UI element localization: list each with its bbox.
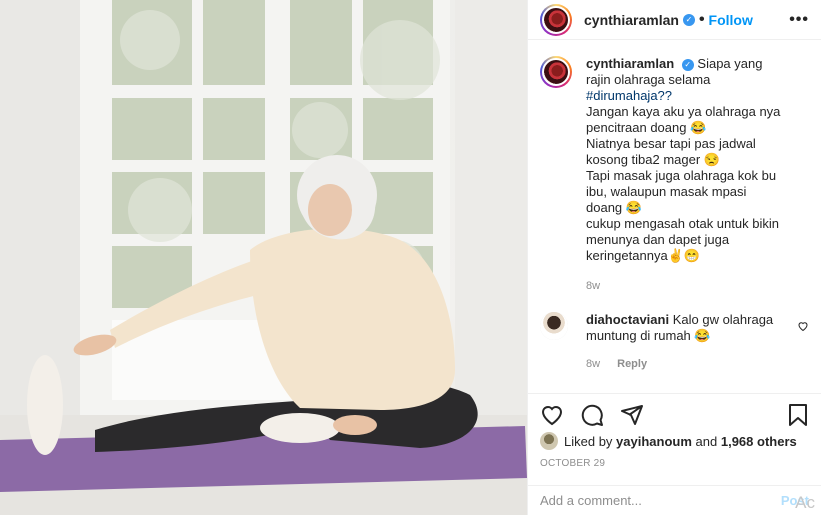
caption-username[interactable]: cynthiaramlan — [586, 56, 674, 71]
commenter-username[interactable]: diahoctaviani — [586, 312, 669, 327]
caption: cynthiaramlan ✓ Siapa yang rajin olahrag… — [540, 56, 809, 294]
comment-body: diahoctaviani Kalo gw olahraga muntung d… — [586, 312, 786, 372]
likes-and: and — [695, 433, 718, 449]
share-icon[interactable] — [620, 403, 644, 427]
commenter-avatar[interactable] — [540, 312, 568, 340]
caption-line: cukup mengasah otak untuk bikin menunya … — [586, 216, 779, 263]
separator-dot: • — [698, 10, 705, 28]
post-header: cynthiaramlan ✓ • Follow ••• — [528, 0, 821, 40]
caption-body: cynthiaramlan ✓ Siapa yang rajin olahrag… — [586, 56, 786, 294]
comment-icon[interactable] — [580, 403, 604, 427]
author-username[interactable]: cynthiaramlan — [584, 12, 679, 28]
liker-username[interactable]: yayihanoum — [616, 434, 692, 449]
caption-line: Tapi masak juga olahraga kok bu ibu, wal… — [586, 168, 777, 215]
reply-button[interactable]: Reply — [617, 358, 647, 370]
post-photo[interactable] — [0, 0, 527, 515]
more-icon[interactable]: ••• — [789, 11, 809, 29]
comment-meta: 8w Reply — [586, 356, 786, 372]
comment-item: diahoctaviani Kalo gw olahraga muntung d… — [540, 312, 809, 372]
follow-button[interactable]: Follow — [709, 12, 753, 28]
post-actions: Liked by yayihanoum and 1,968 others OCT… — [528, 393, 821, 485]
heart-icon[interactable] — [540, 403, 564, 427]
photo-illustration — [0, 0, 527, 515]
liker-avatar[interactable] — [540, 432, 558, 450]
likes-others[interactable]: 1,968 others — [721, 434, 797, 449]
watermark: Ac — [795, 493, 815, 512]
verified-icon: ✓ — [682, 13, 695, 26]
comments-list[interactable]: cynthiaramlan ✓ Siapa yang rajin olahrag… — [528, 40, 821, 393]
author-avatar[interactable] — [540, 3, 572, 36]
post-date[interactable]: OCTOBER 29 — [540, 458, 809, 469]
caption-line: Niatnya besar tapi pas jadwal kosong tib… — [586, 136, 756, 167]
post-sidebar: cynthiaramlan ✓ • Follow ••• cynthiaraml… — [527, 0, 821, 515]
verified-icon: ✓ — [681, 58, 694, 71]
caption-line: Jangan kaya aku ya olahraga nya pencitra… — [586, 104, 781, 135]
likes-prefix: Liked by — [564, 433, 613, 449]
caption-hashtag[interactable]: #dirumahaja?? — [586, 88, 672, 103]
comment-like-icon[interactable] — [797, 320, 809, 332]
comment-time[interactable]: 8w — [586, 358, 600, 370]
caption-time[interactable]: 8w — [586, 280, 600, 292]
caption-meta: 8w — [586, 278, 786, 294]
add-comment-bar: Post — [528, 485, 821, 515]
likes-summary: Liked by yayihanoum and 1,968 others — [540, 432, 809, 450]
add-comment-input[interactable] — [540, 493, 773, 508]
caption-avatar[interactable] — [540, 56, 572, 88]
bookmark-icon[interactable] — [787, 403, 809, 427]
action-icons — [540, 400, 809, 430]
